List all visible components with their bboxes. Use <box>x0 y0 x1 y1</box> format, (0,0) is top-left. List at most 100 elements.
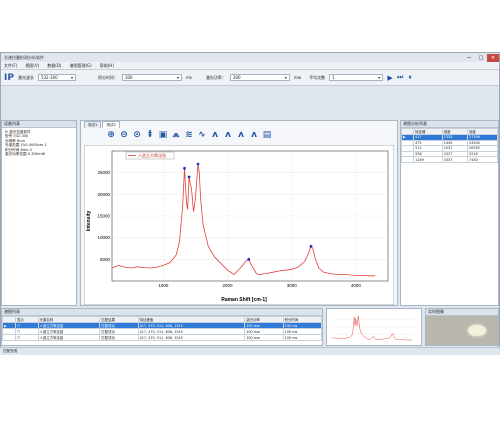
chevron-down-icon: ▾ <box>70 75 73 80</box>
laser-select[interactable]: 532-300 ▾ <box>37 74 76 81</box>
app-logo: IP <box>4 72 14 83</box>
peak-row[interactable]: 1249 3337 7430 <box>400 156 498 163</box>
chevron-down-icon: ▾ <box>378 75 381 80</box>
spectrum-cell <box>2 334 16 341</box>
zoom-in-icon[interactable]: ⊕ <box>106 130 116 140</box>
peak-cell: 3337 <box>441 156 469 163</box>
minimize-button[interactable]: — <box>463 54 475 62</box>
maximize-button[interactable]: □ <box>475 54 487 62</box>
menu-bar: 文件(F) 视图(V) 数据(D) 谱图管理(G) 帮助(H) <box>1 62 499 70</box>
spectrum-cell: 100 mw <box>244 334 284 341</box>
status-text: 匹配完成 <box>3 349 18 353</box>
menu-spectrum[interactable]: 谱图管理(G) <box>69 63 91 69</box>
mini-series-line <box>332 315 412 341</box>
average-value: 1 <box>332 75 335 80</box>
peak-marker <box>309 244 313 248</box>
laser-label: 激光波长 <box>17 74 34 80</box>
peak-panel: 谱图分析列表 特征峰 强度 信度 ▶ 417 1335 27306 475 1445 24300… <box>400 120 499 306</box>
peak-table: 特征峰 强度 信度 ▶ 417 1335 27306 475 1445 24300 511 1537… <box>400 128 498 163</box>
menu-file[interactable]: 文件(F) <box>4 63 17 69</box>
zoom-out-icon[interactable]: ⊖ <box>119 130 129 140</box>
spectrum-table: 显示 光谱名称 匹配结果 特征峰值 激光功率 积分时间 ▶ ☐ 人造立方氧化锆 匹配成功 417,… <box>2 316 323 341</box>
laser-value: 532-300 <box>40 75 58 80</box>
y-tick-label: 15000 <box>97 214 110 219</box>
save-icon[interactable]: ▣ <box>158 130 168 140</box>
spectrum-b-icon[interactable]: ʌ <box>223 130 233 140</box>
x-tick-label: 1000 <box>158 283 169 288</box>
peak-marker <box>183 166 186 170</box>
y-tick-label: 10000 <box>97 235 110 240</box>
exposure-input[interactable]: 300 ▾ <box>121 74 182 81</box>
spectrum-a-icon[interactable]: ʌ <box>210 130 220 140</box>
laser-power-unit: mw <box>293 75 302 80</box>
spectrum-cell: 匹配成功 <box>99 334 139 341</box>
spectrum-cell: 100 ms <box>282 334 323 341</box>
x-tick-label: 2000 <box>223 283 234 288</box>
x-tick-label: 4000 <box>351 283 362 288</box>
spectrum-chart: 1000 2000 3000 4000 5000 10000 15000 20000 25000… <box>84 145 394 305</box>
baseline-icon[interactable]: ≋ <box>184 130 194 140</box>
laser-power-input[interactable]: 300 ▾ <box>229 74 290 81</box>
peak-marker <box>196 162 200 166</box>
spectrum-d-icon[interactable]: ʌ <box>249 130 259 140</box>
exposure-label: 积分时间： <box>97 74 118 80</box>
tab-test2[interactable]: 测试2 <box>102 121 120 128</box>
spectrum-cell: ☐ <box>14 334 39 341</box>
camera-panel: 实时图像 <box>425 308 499 346</box>
peak-cell <box>400 156 415 163</box>
camera-panel-header: 实时图像 <box>426 309 498 316</box>
zoom-fit-icon[interactable]: ⊙ <box>132 130 142 140</box>
peak-cell: 7430 <box>467 156 498 163</box>
pause-icon[interactable]: ⏸ <box>407 73 413 81</box>
device-panel: 设备列表 ⊟ 激光拉曼软件 型号 532-300 分辨率 8nm 光谱范围 15… <box>1 120 77 306</box>
legend-label: 人造立方氧化锆 <box>138 152 166 158</box>
laser-power-value: 300 <box>232 75 241 80</box>
tree-item[interactable]: 激光功率范围 0-300mW <box>5 152 73 156</box>
spectrum-list-panel: 谱图列表 显示 光谱名称 匹配结果 特征峰值 激光功率 积分时间 ▶ ☐ 人造立方氧化锆 匹配成… <box>1 308 323 346</box>
chevron-down-icon: ▾ <box>284 75 287 80</box>
menu-help[interactable]: 帮助(H) <box>100 63 114 69</box>
average-input[interactable]: 1 ▾ <box>329 74 384 81</box>
export-icon[interactable]: ▤ <box>262 130 272 140</box>
y-tick-label: 5000 <box>100 257 111 262</box>
device-panel-header: 设备列表 <box>2 121 76 128</box>
window-title: 光谱拉曼检测分析软件 <box>4 54 44 60</box>
exposure-unit: ms <box>185 75 192 80</box>
spectrum-list-header: 谱图列表 <box>2 309 322 316</box>
menu-view[interactable]: 视图(V) <box>25 63 39 69</box>
average-label: 平均次数 <box>309 74 326 80</box>
x-tick-label: 3000 <box>287 283 298 288</box>
menu-data[interactable]: 数据(D) <box>47 63 61 69</box>
tab-test1[interactable]: 测试1 <box>84 121 102 128</box>
acquisition-toolbar: IP 激光波长 532-300 ▾ 积分时间： 300 ▾ ms 激光功率： 300… <box>1 70 499 86</box>
title-bar: 光谱拉曼检测分析软件 — □ ✕ <box>1 53 499 62</box>
peak-marker <box>247 257 251 261</box>
spectrum-cell: 人造立方氧化锆 <box>37 334 101 341</box>
x-axis-label: Raman Shift [cm-1] <box>221 297 267 303</box>
exposure-value: 300 <box>124 75 133 80</box>
step-icon[interactable]: ⏭ <box>397 73 403 81</box>
play-icon[interactable]: ▶ <box>387 74 393 82</box>
mini-spectrum-preview <box>326 308 422 346</box>
chart-toolbar: ⊕ ⊖ ⊙ ⱡ ▣ ⩕ ≋ ∿ ʌ ʌ ʌ ʌ ▤ <box>106 130 272 140</box>
close-button[interactable]: ✕ <box>487 53 499 62</box>
peak-marker <box>187 175 191 179</box>
smooth-icon[interactable]: ∿ <box>197 130 207 140</box>
document-tabs: 测试1 测试2 <box>84 121 120 128</box>
y-tick-label: 20000 <box>97 192 110 197</box>
sample-spot <box>468 325 486 336</box>
peak-search-icon[interactable]: ⩕ <box>171 130 181 140</box>
device-tree: ⊟ 激光拉曼软件 型号 532-300 分辨率 8nm 光谱范围 150-400… <box>2 128 76 158</box>
spectrum-row[interactable]: ☐ 人造立方氧化锆 匹配成功 417, 470, 511, 608, 1245 100 … <box>2 334 323 341</box>
laser-power-label: 激光功率： <box>205 74 226 80</box>
peak-panel-header: 谱图分析列表 <box>401 121 498 128</box>
chevron-down-icon: ▾ <box>176 75 179 80</box>
spectrum-c-icon[interactable]: ʌ <box>236 130 246 140</box>
y-tick-label: 25000 <box>97 170 110 175</box>
peak-cell: 1249 <box>413 156 443 163</box>
y-axis-label: Intensity <box>86 211 92 232</box>
spectrum-cell: 417, 470, 511, 608, 1245 <box>137 334 246 341</box>
camera-image <box>426 316 498 345</box>
status-bar: 匹配完成 <box>0 347 500 355</box>
cursor-icon[interactable]: ⱡ <box>145 130 155 140</box>
